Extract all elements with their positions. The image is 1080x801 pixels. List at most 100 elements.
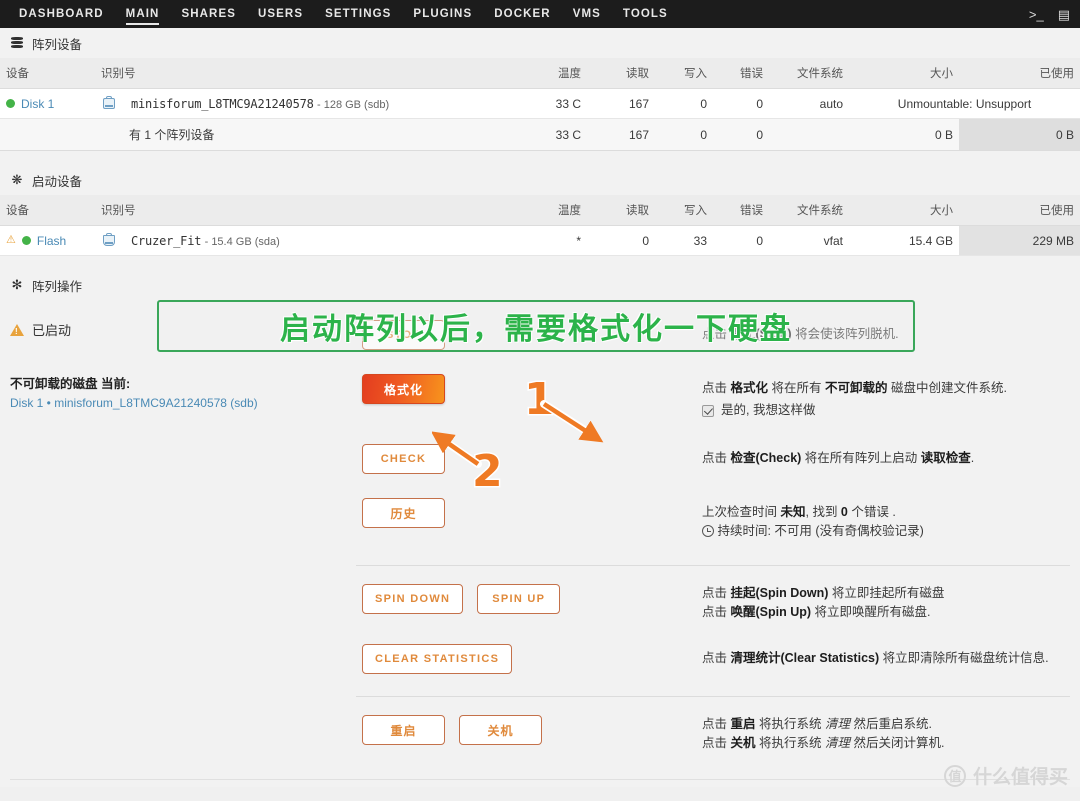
history-button[interactable]: 历史: [362, 498, 445, 528]
boot-col-filesystem[interactable]: 文件系统: [769, 195, 849, 226]
spin-up-button[interactable]: SPIN UP: [477, 584, 561, 614]
spin-up-description: 点击 唤醒(Spin Up) 将立即唤醒所有磁盘.: [702, 605, 931, 619]
format-confirm-label: 是的, 我想这样做: [721, 403, 816, 417]
array-row-identifier-cell: minisforum_L8TMC9A21240578 - 128 GB (sdb…: [95, 88, 525, 119]
nav-item-main[interactable]: MAIN: [115, 0, 171, 28]
array-devices-header: 阵列设备: [0, 28, 1080, 58]
col-reads[interactable]: 读取: [587, 58, 655, 89]
nav-item-settings[interactable]: SETTINGS: [314, 0, 402, 28]
array-operation-header: ✻ 阵列操作: [0, 270, 1080, 300]
boot-row-size: 15.4 GB: [849, 225, 959, 256]
status-dot-green: [6, 99, 15, 108]
table-row[interactable]: Disk 1 minisforum_L8TMC9A21240578 - 128 …: [0, 88, 1080, 119]
stop-description: 点击 停止(Stop) 将会使该阵列脱机.: [702, 327, 899, 341]
nav-item-docker[interactable]: DOCKER: [483, 0, 561, 28]
boot-row-identifier-cell: Cruzer_Fit - 15.4 GB (sda): [95, 225, 525, 256]
array-summary-temp: 33 C: [525, 118, 587, 151]
array-status-label: 已启动: [32, 323, 72, 338]
boot-col-errors[interactable]: 错误: [713, 195, 769, 226]
array-summary-reads: 167: [587, 118, 655, 151]
boot-col-identifier[interactable]: 识别号: [95, 195, 525, 226]
ops-buttons-check: CHECK: [356, 444, 702, 474]
array-row-size: Unmountable: Unsupport: [849, 88, 1080, 119]
duration-text: 持续时间: 不可用 (没有奇偶校验记录): [717, 524, 924, 538]
array-operations-left: 已启动 不可卸载的磁盘 当前: Disk 1 • minisforum_L8TM…: [0, 320, 356, 753]
clock-icon: [702, 525, 714, 537]
flash-link[interactable]: Flash: [37, 234, 66, 248]
check-button[interactable]: CHECK: [362, 444, 445, 474]
array-operation-title: 阵列操作: [32, 279, 83, 294]
boot-col-size[interactable]: 大小: [849, 195, 959, 226]
nav-item-plugins[interactable]: PLUGINS: [402, 0, 483, 28]
last-check-description: 上次检查时间 未知, 找到 0 个错误 .: [702, 505, 896, 519]
horizontal-scrollbar[interactable]: [0, 787, 1080, 801]
array-row-reads: 167: [587, 88, 655, 119]
col-filesystem[interactable]: 文件系统: [769, 58, 849, 89]
col-writes[interactable]: 写入: [655, 58, 713, 89]
spin-down-description: 点击 挂起(Spin Down) 将立即挂起所有磁盘: [702, 586, 945, 600]
format-confirm-checkbox[interactable]: [702, 404, 714, 417]
ops-row-format: 格式化 点击 格式化 将在所有 不可卸载的 磁盘中创建文件系统. 是的, 我想这…: [356, 374, 1070, 420]
col-used[interactable]: 已使用: [959, 58, 1080, 89]
bottom-divider: [10, 779, 1070, 780]
ops-row-spin: SPIN DOWN SPIN UP 点击 挂起(Spin Down) 将立即挂起…: [356, 584, 1070, 622]
spin-down-button[interactable]: SPIN DOWN: [362, 584, 464, 614]
reboot-button[interactable]: 重启: [362, 715, 445, 745]
ops-row-power: 重启 关机 点击 重启 将执行系统 清理 然后重启系统. 点击 关机 将执行系统…: [356, 715, 1070, 753]
shutdown-button[interactable]: 关机: [459, 715, 542, 745]
status-dot-green: [21, 236, 31, 245]
nav-item-users[interactable]: USERS: [247, 0, 314, 28]
watermark-text: 什么值得买: [972, 767, 1068, 788]
boot-col-writes[interactable]: 写入: [655, 195, 713, 226]
nav-item-shares[interactable]: SHARES: [170, 0, 247, 28]
col-device[interactable]: 设备: [0, 58, 95, 89]
nav-item-vms[interactable]: VMS: [562, 0, 612, 28]
watermark-badge-icon: 值: [943, 764, 966, 787]
array-operations-body: 已启动 不可卸载的磁盘 当前: Disk 1 • minisforum_L8TM…: [0, 300, 1080, 753]
boot-row-used: 229 MB: [959, 225, 1080, 256]
table-row[interactable]: ⚠ Flash Cruzer_Fit - 15.4 GB (sda) * 0 3…: [0, 225, 1080, 256]
array-summary-size: 0 B: [849, 118, 959, 151]
ops-row-history: 历史 上次检查时间 未知, 找到 0 个错误 . 持续时间: 不可用 (没有奇偶…: [356, 498, 1070, 541]
divider: [356, 696, 1070, 697]
col-size[interactable]: 大小: [849, 58, 959, 89]
shutdown-description: 点击 关机 将执行系统 清理 然后关闭计算机.: [702, 736, 945, 750]
format-button[interactable]: 格式化: [362, 374, 445, 404]
stop-button[interactable]: STOP: [362, 320, 445, 350]
boot-row-reads: 0: [587, 225, 655, 256]
clear-statistics-button[interactable]: CLEAR STATISTICS: [362, 644, 513, 674]
clear-statistics-description: 点击 清理统计(Clear Statistics) 将立即清除所有磁盘统计信息.: [702, 651, 1049, 665]
warning-triangle-icon: ⚠: [6, 234, 16, 246]
boot-row-errors: 0: [713, 225, 769, 256]
usb-flash-icon: [101, 233, 117, 248]
unraid-main-page: DASHBOARD MAIN SHARES USERS SETTINGS PLU…: [0, 0, 1080, 801]
ops-row-clear-stats: CLEAR STATISTICS 点击 清理统计(Clear Statistic…: [356, 644, 1070, 674]
array-row-filesystem: auto: [769, 88, 849, 119]
boot-col-temp[interactable]: 温度: [525, 195, 587, 226]
boot-col-reads[interactable]: 读取: [587, 195, 655, 226]
boot-col-device[interactable]: 设备: [0, 195, 95, 226]
col-identifier[interactable]: 识别号: [95, 58, 525, 89]
divider: [356, 565, 1070, 566]
boot-table-header-row: 设备 识别号 温度 读取 写入 错误 文件系统 大小 已使用: [0, 195, 1080, 226]
array-status: 已启动: [10, 320, 356, 339]
nav-item-tools[interactable]: TOOLS: [612, 0, 679, 28]
ops-row-check: CHECK 点击 检查(Check) 将在所有阵列上启动 读取检查.: [356, 444, 1070, 474]
array-summary-label: 有 1 个阵列设备: [95, 118, 525, 151]
display-icon[interactable]: ▤: [1058, 8, 1070, 21]
boot-device-title: 启动设备: [32, 174, 83, 189]
col-temp[interactable]: 温度: [525, 58, 587, 89]
reboot-description: 点击 重启 将执行系统 清理 然后重启系统.: [702, 717, 932, 731]
col-errors[interactable]: 错误: [713, 58, 769, 89]
terminal-icon[interactable]: >_: [1029, 8, 1044, 21]
array-row-writes: 0: [655, 88, 713, 119]
format-confirm-row[interactable]: 是的, 我想这样做: [702, 401, 1070, 420]
array-operations-right: STOP 点击 停止(Stop) 将会使该阵列脱机. 格式化 点击 格式化 将在…: [356, 320, 1080, 753]
boot-device-header: ❋ 启动设备: [0, 165, 1080, 195]
ops-buttons-format: 格式化: [356, 374, 702, 404]
paw-icon: ❋: [11, 172, 23, 187]
nav-item-dashboard[interactable]: DASHBOARD: [8, 0, 115, 28]
boot-col-used[interactable]: 已使用: [959, 195, 1080, 226]
check-description: 点击 检查(Check) 将在所有阵列上启动 读取检查.: [702, 451, 975, 465]
disk-1-link[interactable]: Disk 1: [21, 97, 54, 111]
